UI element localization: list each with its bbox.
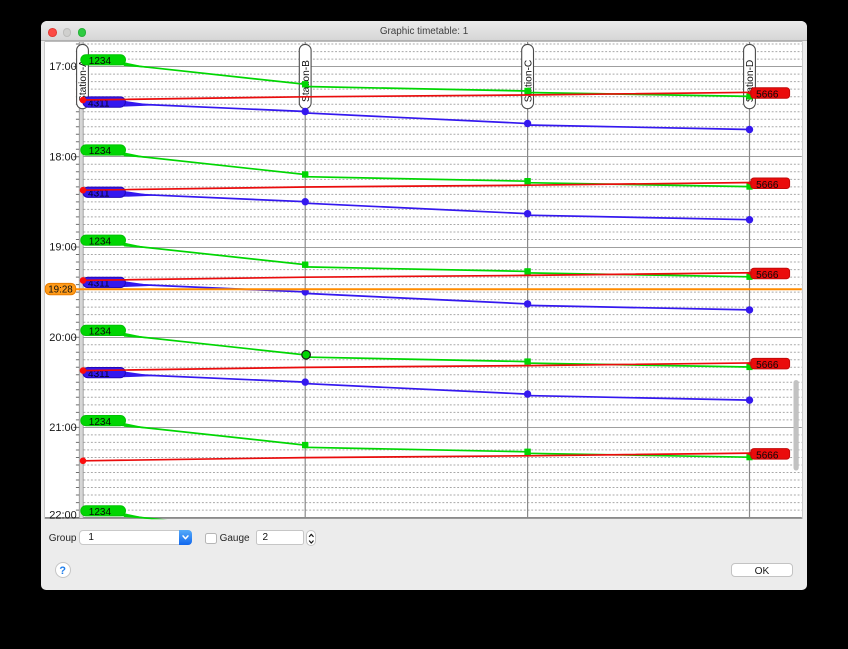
svg-text:20:00: 20:00 xyxy=(49,332,77,344)
svg-text:22:00: 22:00 xyxy=(49,510,77,522)
svg-text:5666: 5666 xyxy=(756,90,779,101)
svg-text:1234: 1234 xyxy=(89,236,112,247)
svg-text:1234: 1234 xyxy=(89,417,112,428)
svg-text:5666: 5666 xyxy=(756,450,779,461)
svg-text:1234: 1234 xyxy=(89,146,112,157)
svg-text:1234: 1234 xyxy=(89,56,112,67)
svg-text:Station-B: Station-B xyxy=(301,60,312,102)
svg-text:17:00: 17:00 xyxy=(49,61,77,73)
svg-text:19:28: 19:28 xyxy=(48,284,73,295)
svg-text:19:00: 19:00 xyxy=(49,242,77,254)
svg-text:5666: 5666 xyxy=(756,360,779,371)
svg-text:5666: 5666 xyxy=(756,180,779,191)
svg-text:1234: 1234 xyxy=(89,327,112,338)
svg-text:1234: 1234 xyxy=(89,507,112,518)
svg-text:21:00: 21:00 xyxy=(49,422,77,434)
svg-text:Station-A: Station-A xyxy=(78,60,89,102)
svg-text:18:00: 18:00 xyxy=(49,151,77,163)
svg-text:5666: 5666 xyxy=(756,270,779,281)
